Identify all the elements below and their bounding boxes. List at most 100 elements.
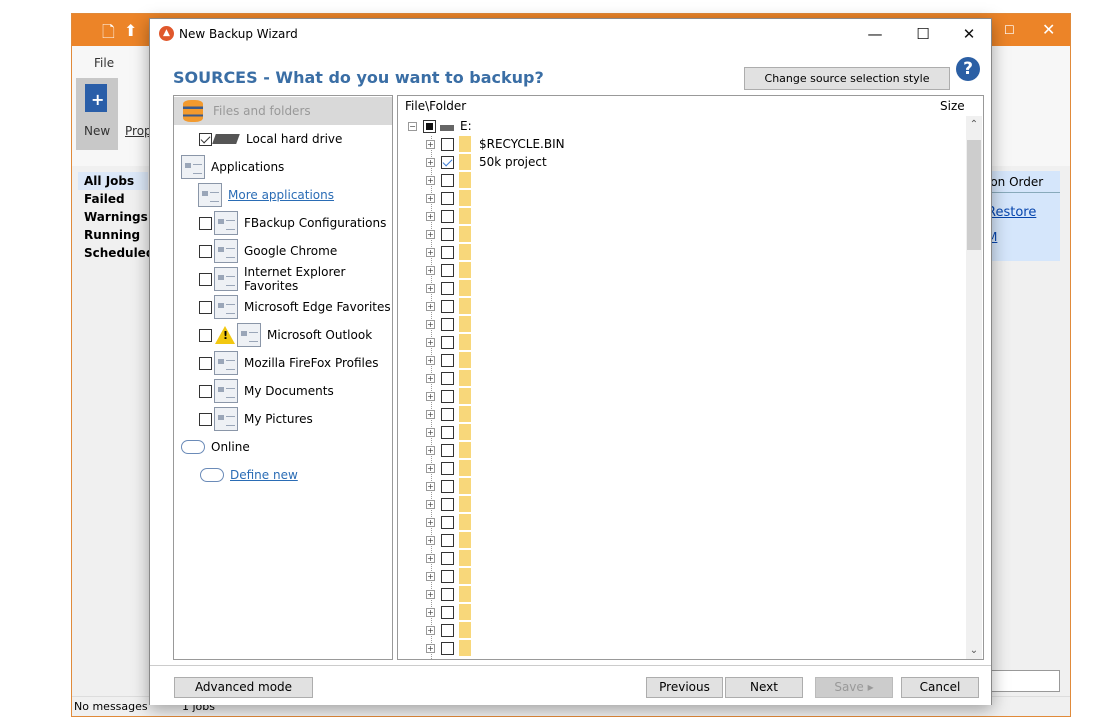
tree-folder-row[interactable]: + (426, 351, 479, 369)
column-header[interactable]: ion Order (987, 171, 1060, 193)
tree-folder-row[interactable]: + (426, 567, 479, 585)
file-tab[interactable]: File (94, 56, 114, 70)
application-checkbox[interactable] (199, 384, 212, 398)
folder-checkbox[interactable] (441, 425, 454, 439)
file-folder-column-header[interactable]: File\Folder (405, 96, 466, 116)
maximize-button[interactable]: ☐ (908, 23, 938, 45)
tree-folder-row[interactable]: + (426, 315, 479, 333)
application-item[interactable]: Internet Explorer Favorites (174, 265, 392, 293)
nav-all-jobs[interactable]: All Jobs (78, 172, 148, 190)
expand-icon[interactable]: + (426, 175, 435, 185)
folder-checkbox[interactable] (441, 497, 454, 511)
tree-folder-row[interactable]: + (426, 171, 479, 189)
next-button[interactable]: Next (725, 677, 803, 698)
tree-folder-row[interactable]: + (426, 405, 479, 423)
scrollbar-thumb[interactable] (967, 140, 981, 250)
nav-warnings[interactable]: Warnings (78, 208, 148, 226)
application-item[interactable]: Mozilla FireFox Profiles (174, 349, 392, 377)
tree-folder-row[interactable]: + (426, 459, 479, 477)
expand-icon[interactable]: + (426, 283, 435, 293)
vertical-scrollbar[interactable]: ⌃ ⌄ (966, 116, 982, 659)
folder-checkbox[interactable] (441, 479, 454, 493)
help-icon[interactable]: ? (956, 57, 980, 81)
tree-folder-row[interactable]: + (426, 387, 479, 405)
expand-icon[interactable]: + (426, 301, 435, 311)
tree-folder-row[interactable]: + (426, 261, 479, 279)
partial-link[interactable]: M (987, 230, 1060, 244)
expand-icon[interactable]: + (426, 535, 435, 545)
tree-folder-row[interactable]: + (426, 207, 479, 225)
expand-icon[interactable]: + (426, 589, 435, 599)
tree-folder-row[interactable]: + (426, 243, 479, 261)
folder-checkbox[interactable] (441, 353, 454, 367)
folder-checkbox[interactable] (441, 155, 454, 169)
tree-folder-row[interactable]: +50k project (426, 153, 547, 171)
tree-folder-row[interactable]: + (426, 549, 479, 567)
collapse-icon[interactable]: − (408, 121, 417, 131)
folder-checkbox[interactable] (441, 245, 454, 259)
tree-folder-row[interactable]: + (426, 495, 479, 513)
application-checkbox[interactable] (199, 216, 212, 230)
scroll-up-icon[interactable]: ⌃ (966, 119, 982, 130)
more-applications-link[interactable]: More applications (228, 188, 334, 202)
expand-icon[interactable]: + (426, 229, 435, 239)
expand-icon[interactable]: + (426, 211, 435, 221)
up-arrow-icon[interactable]: ⬆ (124, 21, 137, 40)
tree-folder-row[interactable]: + (426, 585, 479, 603)
expand-icon[interactable]: + (426, 517, 435, 527)
tree-folder-row[interactable]: + (426, 621, 479, 639)
expand-icon[interactable]: + (426, 445, 435, 455)
files-and-folders-header[interactable]: Files and folders (174, 97, 392, 125)
advanced-mode-button[interactable]: Advanced mode (174, 677, 313, 698)
folder-checkbox[interactable] (441, 533, 454, 547)
scroll-down-icon[interactable]: ⌄ (966, 645, 982, 656)
folder-checkbox[interactable] (441, 227, 454, 241)
folder-checkbox[interactable] (441, 461, 454, 475)
tree-folder-row[interactable]: + (426, 639, 479, 657)
tree-folder-row[interactable]: + (426, 513, 479, 531)
tree-folder-row[interactable]: + (426, 603, 479, 621)
tree-folder-row[interactable]: + (426, 279, 479, 297)
folder-checkbox[interactable] (441, 407, 454, 421)
tree-folder-row[interactable]: + (426, 531, 479, 549)
expand-icon[interactable]: + (426, 409, 435, 419)
application-checkbox[interactable] (199, 272, 212, 286)
tree-folder-row[interactable]: + (426, 225, 479, 243)
tree-folder-row[interactable]: + (426, 441, 479, 459)
expand-icon[interactable]: + (426, 139, 435, 149)
expand-icon[interactable]: + (426, 355, 435, 365)
save-button[interactable]: Save ▸ (815, 677, 893, 698)
folder-checkbox[interactable] (441, 641, 454, 655)
application-item[interactable]: My Documents (174, 377, 392, 405)
nav-failed[interactable]: Failed (78, 190, 148, 208)
local-hard-drive-item[interactable]: Local hard drive (174, 125, 392, 153)
properties-button[interactable]: Prop (125, 124, 152, 138)
folder-checkbox[interactable] (441, 299, 454, 313)
folder-checkbox[interactable] (441, 173, 454, 187)
folder-checkbox[interactable] (441, 623, 454, 637)
expand-icon[interactable]: + (426, 553, 435, 563)
application-item[interactable]: My Pictures (174, 405, 392, 433)
expand-icon[interactable]: + (426, 373, 435, 383)
more-applications-item[interactable]: More applications (174, 181, 392, 209)
expand-icon[interactable]: + (426, 337, 435, 347)
tree-folder-row[interactable]: + (426, 333, 479, 351)
size-column-header[interactable]: Size (940, 96, 965, 116)
application-checkbox[interactable] (199, 356, 212, 370)
expand-icon[interactable]: + (426, 157, 435, 167)
maximize-icon[interactable]: ☐ (1004, 23, 1015, 37)
folder-checkbox[interactable] (441, 551, 454, 565)
new-file-icon[interactable]: 🗋 (102, 21, 115, 48)
minimize-button[interactable]: — (860, 23, 890, 45)
tree-folder-row[interactable]: + (426, 297, 479, 315)
previous-button[interactable]: Previous (646, 677, 723, 698)
application-item[interactable]: Microsoft Edge Favorites (174, 293, 392, 321)
folder-checkbox[interactable] (441, 317, 454, 331)
application-item[interactable]: ! Microsoft Outlook (174, 321, 392, 349)
expand-icon[interactable]: + (426, 391, 435, 401)
folder-checkbox[interactable] (441, 605, 454, 619)
folder-checkbox[interactable] (441, 191, 454, 205)
define-new-item[interactable]: Define new (174, 461, 392, 489)
expand-icon[interactable]: + (426, 643, 435, 653)
tree-folder-row[interactable]: + $RECYCLE.BIN (426, 135, 565, 153)
